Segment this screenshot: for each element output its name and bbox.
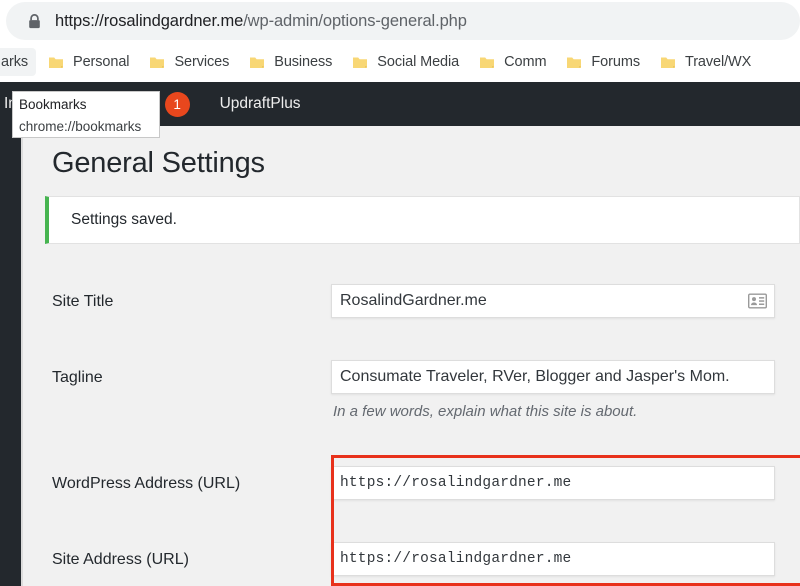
label-site-title: Site Title (52, 293, 114, 310)
bookmark-item-business[interactable]: Business (241, 48, 340, 76)
folder-icon (660, 55, 676, 70)
input-site-address-value: https://rosalindgardner.me (340, 551, 572, 567)
address-bar[interactable]: https://rosalindgardner.me/wp-admin/opti… (6, 2, 800, 40)
bookmark-label: Comm (504, 54, 547, 70)
page-title: General Settings (52, 147, 265, 179)
yoast-notification-badge: 1 (164, 91, 190, 117)
input-wordpress-address-value: https://rosalindgardner.me (340, 475, 572, 491)
input-tagline-value: Consumate Traveler, RVer, Blogger and Ja… (340, 368, 730, 385)
bookmark-label: Business (274, 54, 333, 70)
input-site-title-value: RosalindGardner.me (340, 292, 487, 309)
bookmark-label: Social Media (377, 54, 460, 70)
folder-icon (48, 55, 64, 70)
url-host: https://rosalindgardner.me (55, 11, 244, 30)
url-path: /wp-admin/options-general.php (243, 11, 467, 30)
adminbar-updraftplus[interactable]: UpdraftPlus (210, 82, 311, 126)
folder-icon (479, 55, 495, 70)
tooltip-title: Bookmarks (19, 97, 87, 112)
bookmark-tooltip: Bookmarks chrome://bookmarks (12, 91, 160, 138)
bookmark-item-travel-wx[interactable]: Travel/WX (652, 48, 759, 76)
folder-icon (566, 55, 582, 70)
admin-menu-sidebar[interactable] (0, 126, 21, 586)
address-bar-url: https://rosalindgardner.me/wp-admin/opti… (55, 12, 467, 31)
bookmark-label: Personal (73, 54, 130, 70)
lock-icon[interactable] (28, 13, 41, 29)
contact-card-icon[interactable] (748, 293, 767, 309)
label-site-address: Site Address (URL) (52, 551, 189, 568)
bookmark-item-bookmarks[interactable]: arks (0, 48, 36, 76)
bookmark-label: Services (174, 54, 230, 70)
notice-text: Settings saved. (71, 211, 177, 228)
browser-chrome: https://rosalindgardner.me/wp-admin/opti… (0, 0, 800, 82)
bookmarks-bar: arks Personal Services Business Social M (0, 42, 800, 82)
bookmark-label: Forums (591, 54, 640, 70)
bookmark-label: Travel/WX (684, 54, 752, 70)
input-wordpress-address[interactable]: https://rosalindgardner.me (331, 466, 775, 500)
label-tagline: Tagline (52, 369, 103, 386)
tooltip-url: chrome://bookmarks (19, 119, 142, 134)
input-tagline[interactable]: Consumate Traveler, RVer, Blogger and Ja… (331, 360, 775, 394)
input-site-address[interactable]: https://rosalindgardner.me (331, 542, 775, 576)
bookmark-item-social-media[interactable]: Social Media (344, 48, 467, 76)
omnibox-row: https://rosalindgardner.me/wp-admin/opti… (0, 0, 800, 42)
folder-icon (249, 55, 265, 70)
help-tagline: In a few words, explain what this site i… (333, 403, 638, 420)
folder-icon (352, 55, 368, 70)
bookmark-label: arks (1, 54, 28, 70)
bookmark-item-comm[interactable]: Comm (471, 48, 554, 76)
label-wordpress-address: WordPress Address (URL) (52, 475, 241, 492)
bookmark-item-services[interactable]: Services (141, 48, 237, 76)
input-site-title[interactable]: RosalindGardner.me (331, 284, 775, 318)
bookmark-item-personal[interactable]: Personal (40, 48, 137, 76)
bookmark-item-forums[interactable]: Forums (558, 48, 648, 76)
settings-content: General Settings Settings saved. Site Ti… (23, 126, 800, 586)
notice-settings-saved: Settings saved. (45, 196, 800, 244)
folder-icon (149, 55, 165, 70)
wp-admin-body: General Settings Settings saved. Site Ti… (0, 126, 800, 586)
